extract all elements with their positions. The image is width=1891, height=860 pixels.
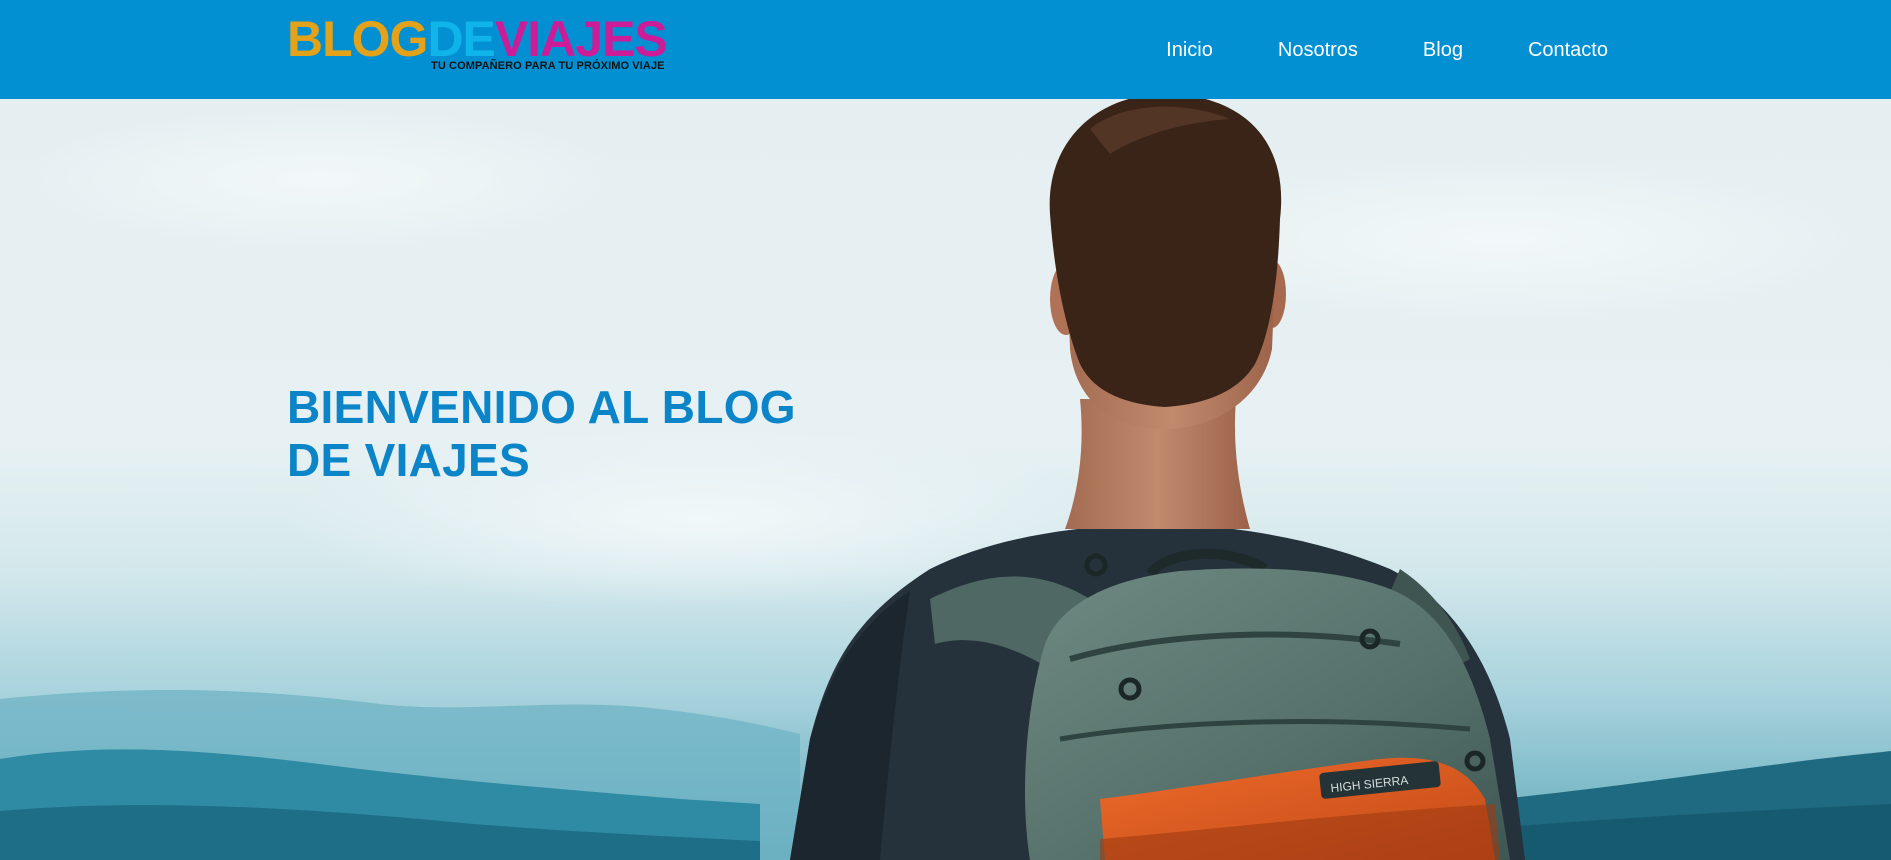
- nav-item-nosotros[interactable]: Nosotros: [1278, 38, 1358, 62]
- nav-item-inicio[interactable]: Inicio: [1166, 38, 1213, 62]
- main-nav: Inicio Nosotros Blog Contacto: [1166, 0, 1608, 99]
- nav-item-contacto[interactable]: Contacto: [1528, 38, 1608, 62]
- hero-photo: HIGH SIERRA: [0, 99, 1891, 860]
- logo-part-blog: BLOG: [287, 11, 428, 67]
- hiker-hair: [1049, 99, 1282, 407]
- logo-part-de: DE: [427, 11, 495, 67]
- logo-tagline: TU COMPAÑERO PARA TU PRÓXIMO VIAJE: [431, 60, 665, 72]
- logo-wordmark: BLOGDEVIAJES: [287, 11, 668, 67]
- cloud: [20, 109, 620, 249]
- nav-item-blog[interactable]: Blog: [1423, 38, 1463, 62]
- logo-part-viajes: VIAJES: [494, 11, 668, 67]
- hero-section: HIGH SIERRA BIENVENIDO AL BLOG DE VIAJES: [0, 99, 1891, 860]
- site-header: BLOGDEVIAJES TU COMPAÑERO PARA TU PRÓXIM…: [0, 0, 1891, 99]
- site-logo[interactable]: BLOGDEVIAJES TU COMPAÑERO PARA TU PRÓXIM…: [287, 14, 677, 76]
- hero-title: BIENVENIDO AL BLOG DE VIAJES: [287, 381, 796, 486]
